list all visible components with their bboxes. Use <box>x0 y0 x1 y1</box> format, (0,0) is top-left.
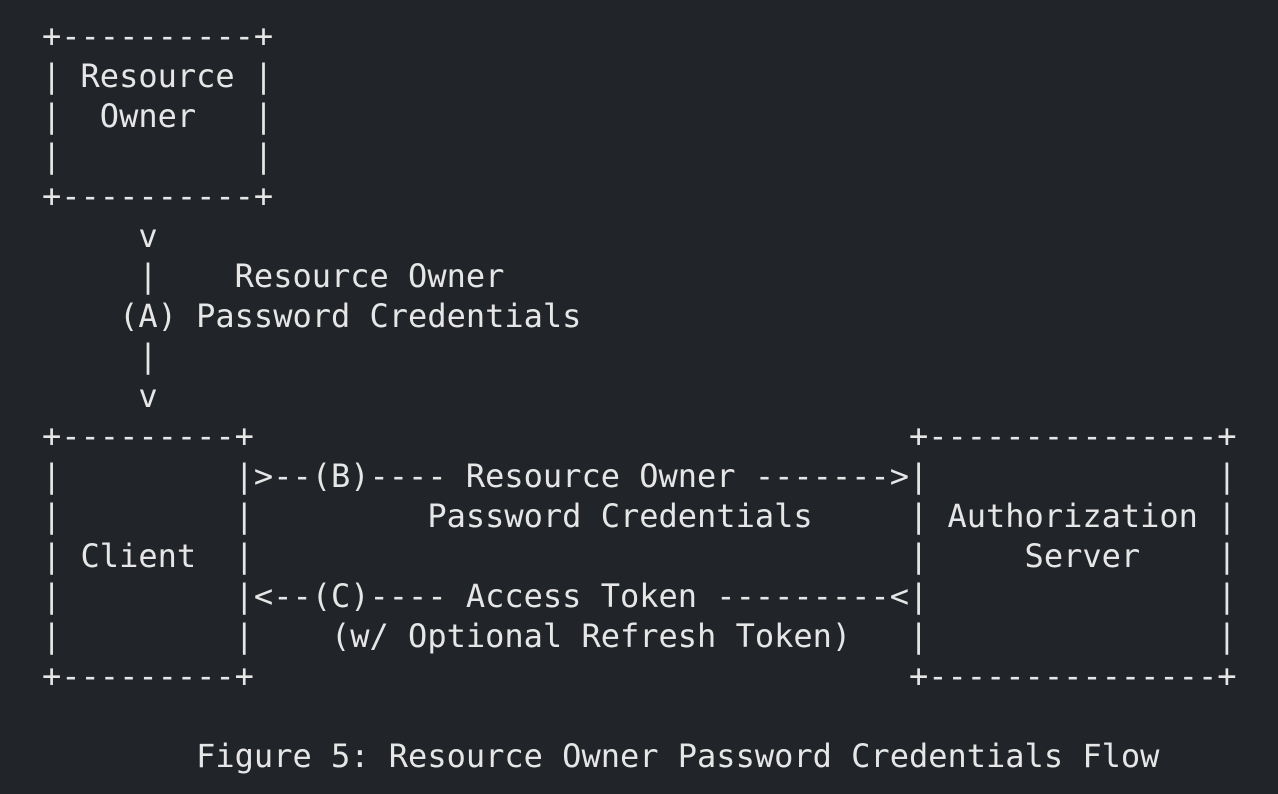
client-and-server-box-bottom: +---------+ +---------------+ <box>42 657 1237 695</box>
resource-owner-box-label-1: | Resource | <box>42 57 274 95</box>
ascii-flow-diagram: +----------+ | Resource | | Owner | | | +---… <box>42 16 1236 776</box>
figure-caption: Figure 5: Resource Owner Password Creden… <box>42 737 1160 775</box>
step-a-label-1: | Resource Owner <box>42 257 505 295</box>
resource-owner-box-bottom: +----------+ <box>42 177 274 215</box>
step-b-label-1: | |>--(B)---- Resource Owner ------->| | <box>42 457 1237 495</box>
client-and-server-labels: | Client | | Server | <box>42 537 1237 575</box>
step-a-label-2: (A) Password Credentials <box>42 297 582 335</box>
client-and-server-box-top: +---------+ +---------------+ <box>42 417 1237 455</box>
step-c-label-2: | | (w/ Optional Refresh Token) | | <box>42 617 1237 655</box>
resource-owner-box-label-2: | Owner | <box>42 97 274 135</box>
resource-owner-box-top: +----------+ <box>42 17 274 55</box>
arrow-shaft: | <box>42 337 158 375</box>
resource-owner-box-empty: | | <box>42 137 274 175</box>
step-c-label-1: | |<--(C)---- Access Token ---------<| | <box>42 577 1237 615</box>
arrow-head-bottom: v <box>42 377 158 415</box>
diagram-canvas: +----------+ | Resource | | Owner | | | +---… <box>0 0 1278 794</box>
arrow-head-top: v <box>42 217 158 255</box>
step-b-label-2: | | Password Credentials | Authorization… <box>42 497 1237 535</box>
